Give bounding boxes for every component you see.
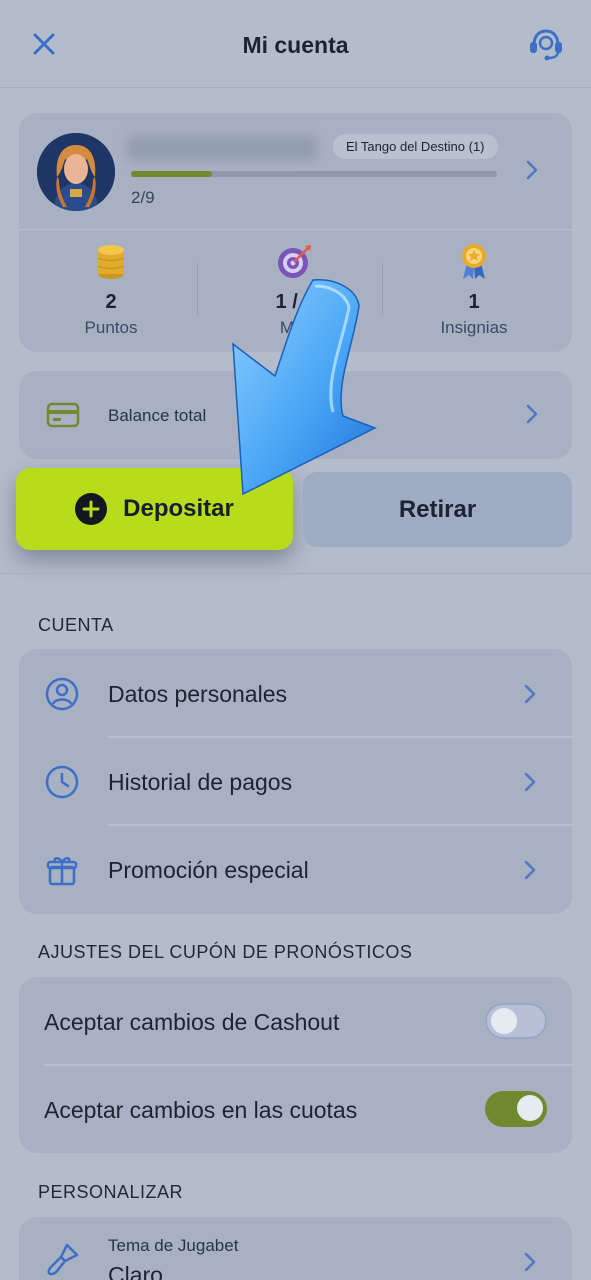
toggle-knob [491, 1008, 517, 1034]
menu-item-label: Promoción especial [108, 857, 309, 883]
deposit-button-label: Depositar [123, 495, 234, 522]
profile-divider [19, 229, 572, 230]
target-icon [278, 245, 311, 278]
account-menu: Datos personales Historial de pagos Prom… [19, 649, 572, 914]
menu-item-personal-data[interactable]: Datos personales [19, 649, 572, 737]
plus-circle-icon [75, 493, 108, 525]
theme-setting[interactable]: Tema de Jugabet Claro [19, 1217, 572, 1280]
odds-toggle[interactable] [485, 1091, 547, 1127]
clock-icon [45, 765, 79, 799]
setting-odds-changes: Aceptar cambios en las cuotas [19, 1065, 572, 1153]
user-name-blurred [127, 135, 317, 161]
menu-item-payment-history[interactable]: Historial de pagos [19, 737, 572, 825]
chevron-right-icon [524, 860, 536, 880]
setting-label: Aceptar cambios de Cashout [44, 1009, 340, 1035]
level-progress-text: 2/9 [131, 188, 155, 207]
stat-missions-value: 1 / 1 [275, 291, 315, 313]
header: Mi cuenta [0, 0, 591, 88]
user-circle-icon [45, 677, 79, 711]
setting-cashout-changes: Aceptar cambios de Cashout [19, 977, 572, 1065]
medal-icon [462, 244, 486, 279]
avatar [37, 133, 115, 211]
chevron-right-icon[interactable] [525, 159, 539, 181]
stat-missions[interactable]: 1 / 1 Misi [203, 241, 387, 338]
toggle-knob [517, 1095, 543, 1121]
chevron-right-icon[interactable] [525, 403, 539, 425]
stat-points-value: 2 [105, 291, 117, 313]
chevron-right-icon [524, 772, 536, 792]
balance-label: Balance total [108, 406, 207, 425]
credit-card-icon [46, 402, 80, 428]
stat-badges-value: 1 [468, 291, 480, 313]
section-divider [0, 573, 591, 574]
withdraw-button[interactable]: Retirar [303, 472, 572, 547]
menu-item-label: Datos personales [108, 681, 287, 707]
chevron-right-icon [524, 684, 536, 704]
chevron-right-icon [524, 1252, 536, 1272]
menu-item-label: Historial de pagos [108, 769, 293, 795]
stat-separator [197, 263, 198, 315]
level-progress-bar [131, 171, 497, 177]
section-title-personalize: PERSONALIZAR [38, 1182, 184, 1202]
section-title-coupon: AJUSTES DEL CUPÓN DE PRONÓSTICOS [38, 942, 413, 962]
support-headset-icon[interactable] [526, 26, 566, 62]
stat-missions-label: Misi [279, 318, 311, 337]
coupon-settings: Aceptar cambios de Cashout Aceptar cambi… [19, 977, 572, 1153]
cashout-toggle[interactable] [485, 1003, 547, 1039]
rank-badge: El Tango del Destino (1) [333, 134, 498, 159]
setting-label: Aceptar cambios en las cuotas [44, 1097, 358, 1123]
stat-badges[interactable]: 1 Insignias [382, 241, 566, 338]
withdraw-button-label: Retirar [398, 495, 477, 523]
coins-icon [97, 245, 125, 279]
theme-value: Claro [108, 1262, 163, 1280]
menu-item-special-promotion[interactable]: Promoción especial [19, 825, 572, 913]
stat-points[interactable]: 2 Puntos [19, 241, 203, 338]
theme-label: Tema de Jugabet [108, 1236, 239, 1255]
stat-points-label: Puntos [84, 318, 138, 337]
gift-icon [46, 857, 78, 886]
deposit-button[interactable]: Depositar [16, 468, 293, 550]
paint-brush-icon [47, 1243, 79, 1276]
page-title: Mi cuenta [242, 32, 349, 58]
stat-badges-label: Insignias [440, 318, 508, 337]
profile-card[interactable]: El Tango del Destino (1) 2/9 2 Puntos 1 … [19, 113, 572, 352]
balance-card[interactable]: Balance total [19, 371, 572, 459]
section-title-account: CUENTA [38, 615, 114, 635]
